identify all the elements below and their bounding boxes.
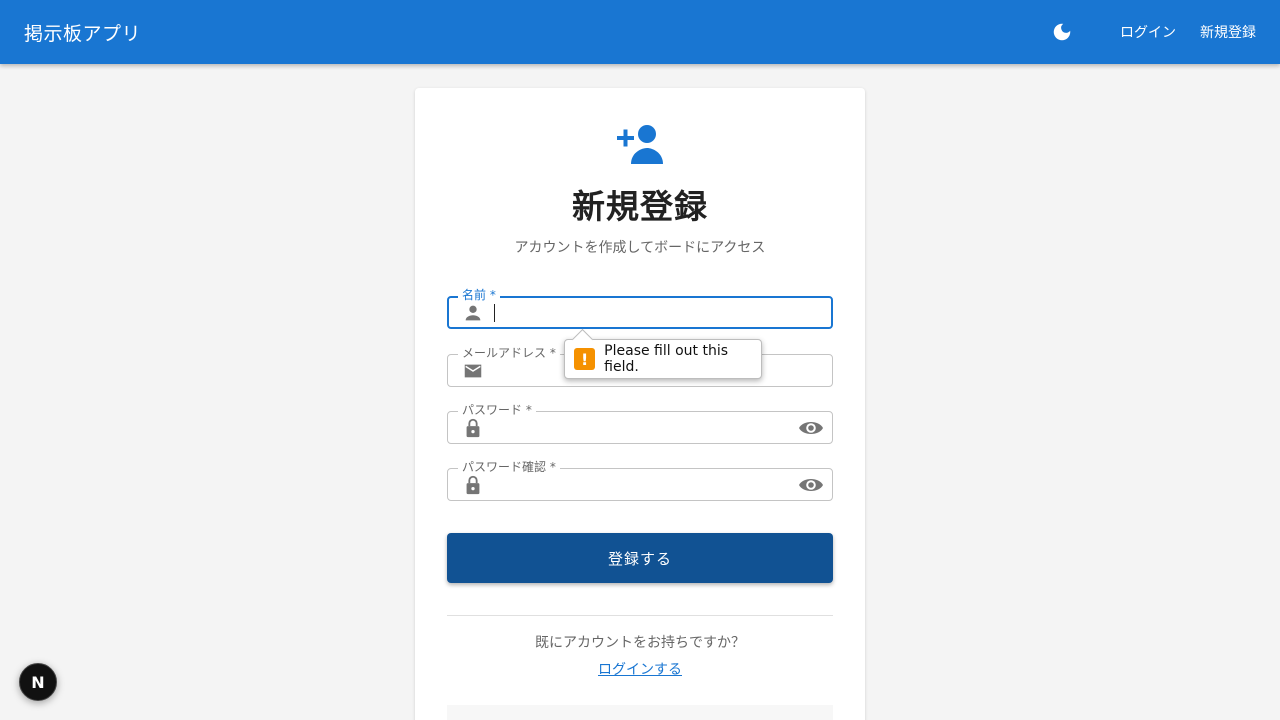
have-account-text: 既にアカウントをお持ちですか？	[535, 635, 745, 651]
bottom-panel	[447, 705, 833, 720]
lock-icon	[466, 475, 480, 495]
register-card: 新規登録 アカウントを作成してボードにアクセス 名前 * メールアドレス * パ…	[415, 88, 865, 720]
name-field[interactable]: 名前 *	[447, 288, 833, 329]
dev-tools-badge[interactable]: N	[19, 663, 57, 701]
login-link[interactable]: ログインする	[415, 659, 865, 679]
eye-icon[interactable]	[798, 417, 824, 439]
nav-login-link[interactable]: ログイン	[1120, 22, 1176, 42]
validation-message: Please fill out this field.	[604, 343, 729, 375]
person-add-icon	[617, 125, 663, 164]
theme-toggle-button[interactable]	[1042, 12, 1082, 52]
password-field-label: パスワード *	[458, 403, 536, 417]
nav-register-link[interactable]: 新規登録	[1200, 22, 1256, 42]
page-subtitle: アカウントを作成してボードにアクセス	[514, 240, 766, 256]
mail-icon	[464, 364, 482, 378]
eye-icon[interactable]	[798, 474, 824, 496]
lock-icon	[466, 418, 480, 438]
password-confirm-field[interactable]: パスワード確認 *	[447, 460, 833, 501]
page-title: 新規登録	[572, 187, 708, 226]
password-field[interactable]: パスワード *	[447, 403, 833, 444]
password-confirm-field-label: パスワード確認 *	[458, 460, 560, 474]
app-title[interactable]: 掲示板アプリ	[24, 19, 1042, 46]
divider	[447, 615, 833, 616]
app-bar: 掲示板アプリ ログイン 新規登録	[0, 0, 1280, 64]
register-submit-button[interactable]: 登録する	[447, 533, 833, 583]
email-field-label: メールアドレス *	[458, 346, 560, 360]
text-cursor	[494, 304, 495, 322]
name-field-label: 名前 *	[458, 288, 500, 302]
person-icon	[465, 305, 481, 321]
validation-tooltip: ! Please fill out this field.	[564, 339, 762, 379]
moon-icon	[1053, 23, 1071, 41]
warning-icon: !	[574, 348, 596, 370]
